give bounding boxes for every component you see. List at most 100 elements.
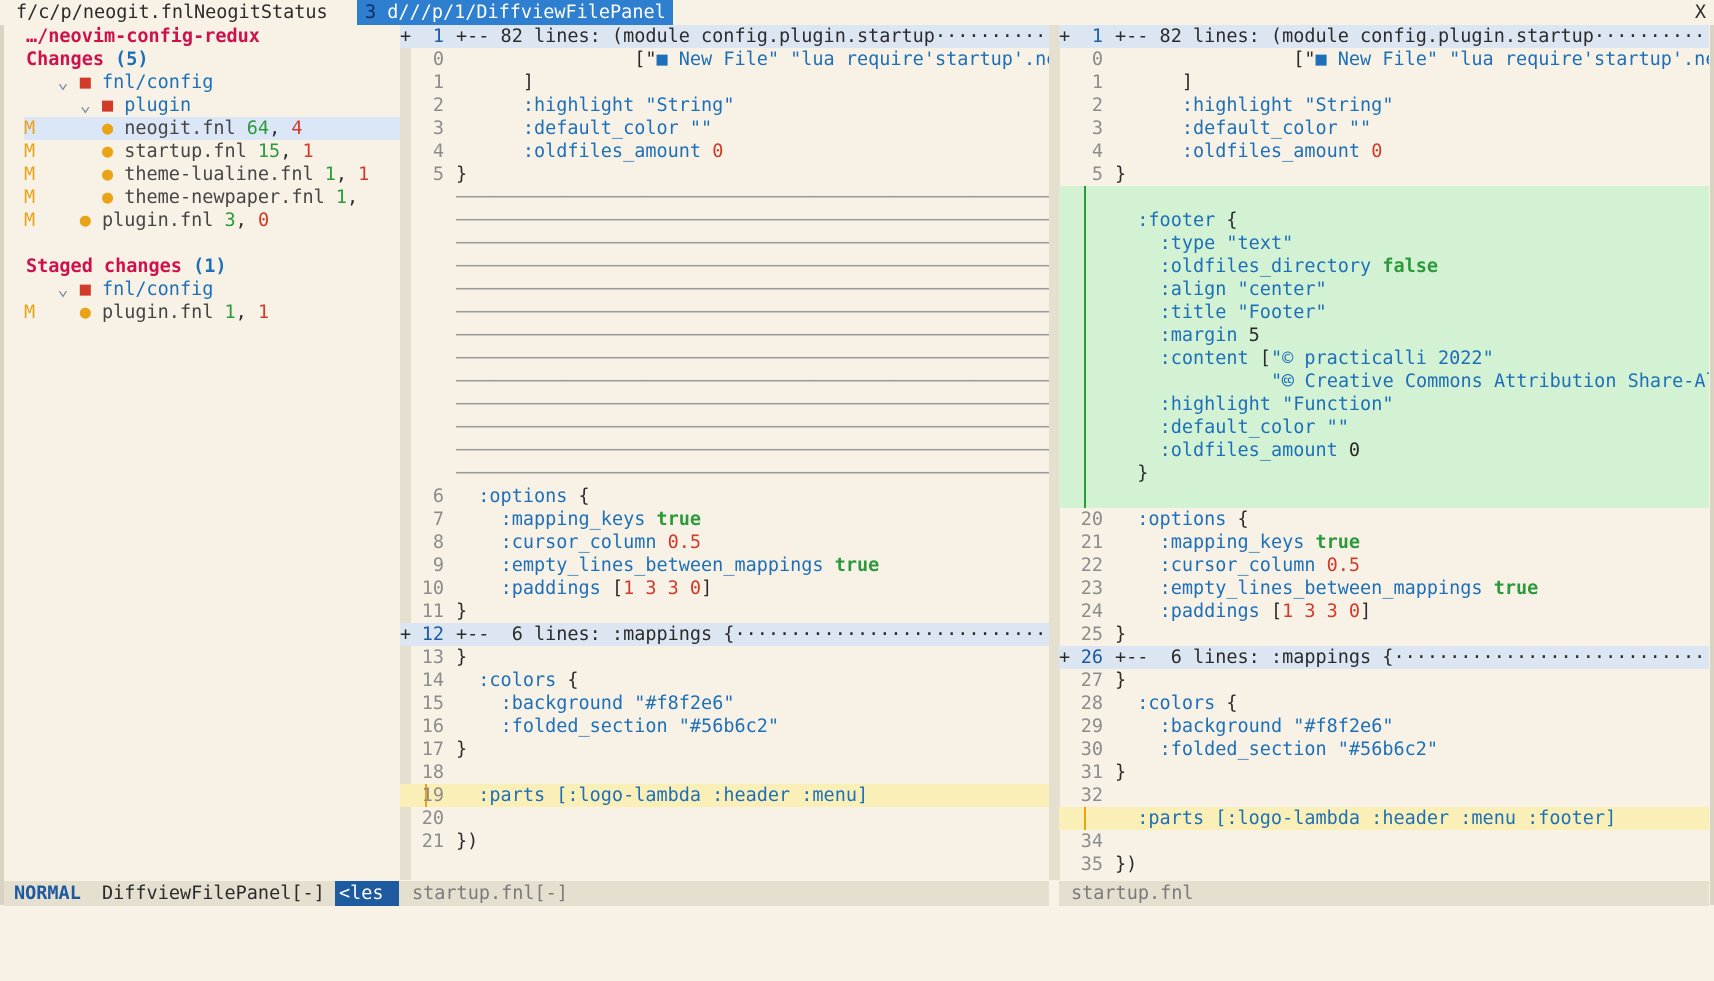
code-line[interactable]: 4 :oldfiles_amount 0 [400,140,1049,163]
code-line[interactable]: 16 :folded_section "#56b6c2" [400,715,1049,738]
fold-line[interactable]: +26 +-- 6 lines: :mappings {·············… [1059,646,1709,669]
code-token: :align [1159,279,1227,300]
code-line[interactable]: 4 :oldfiles_amount 0 [1059,140,1709,163]
code-line[interactable]: 3 :default_color "" [1059,117,1709,140]
filler-line[interactable]: ────────────────────────────────────────… [400,462,1049,485]
code-line[interactable]: 24 :paddings [1 3 3 0] [1059,600,1709,623]
code-line[interactable]: 15 :background "#f8f2e6" [400,692,1049,715]
code-line[interactable]: 0 ["■ New File" "lua require'startup'.ne… [400,48,1049,71]
added-line[interactable]: :align "center" [1059,278,1709,301]
diff-pane-old[interactable]: +1 +-- 82 lines: (module config.plugin.st… [400,25,1049,880]
added-line[interactable]: "🅭 Creative Commons Attribution Share-Al [1059,370,1709,393]
code-line[interactable]: 21}) [400,830,1049,853]
diff-pane-new[interactable]: +1 +-- 82 lines: (module config.plugin.st… [1059,25,1709,880]
folder-item[interactable]: ⌄ ■ fnl/config [24,278,409,301]
added-line[interactable]: :oldfiles_amount 0 [1059,439,1709,462]
file-item[interactable]: M ● startup.fnl 15, 1 [24,140,409,163]
added-line[interactable]: :type "text" [1059,232,1709,255]
fold-sign[interactable]: + [1059,25,1070,48]
fold-sign[interactable]: + [400,25,411,48]
code-line[interactable]: 22 :cursor_column 0.5 [1059,554,1709,577]
code-line[interactable]: 10 :paddings [1 3 3 0] [400,577,1049,600]
code-line[interactable]: 9 :empty_lines_between_mappings true [400,554,1049,577]
code-line[interactable]: 13} [400,646,1049,669]
chevron-down-icon[interactable]: ⌄ [57,72,79,93]
code-line[interactable]: 23 :empty_lines_between_mappings true [1059,577,1709,600]
code-line[interactable]: 29 :background "#f8f2e6" [1059,715,1709,738]
file-item[interactable]: M ● theme-lualine.fnl 1, 1 [24,163,409,186]
code-line[interactable]: 7 :mapping_keys true [400,508,1049,531]
fold-line[interactable]: +1 +-- 82 lines: (module config.plugin.st… [400,25,1049,48]
repo-root[interactable]: …/neovim-config-redux [26,25,411,48]
code-line[interactable]: 14 :colors { [400,669,1049,692]
tab-diffview-panel[interactable]: 3 d///p/1/DiffviewFilePanel [357,0,673,25]
folder-item[interactable]: ⌄ ■ fnl/config [24,71,409,94]
code-line[interactable]: 3 :default_color "" [400,117,1049,140]
folder-item[interactable]: ⌄ ■ plugin [24,94,409,117]
added-line[interactable]: :margin 5 [1059,324,1709,347]
code-line[interactable]: 2 :highlight "String" [400,94,1049,117]
filler-line[interactable]: ────────────────────────────────────────… [400,255,1049,278]
code-line[interactable]: 11} [400,600,1049,623]
code-line[interactable]: 0 ["■ New File" "lua require'startup'.ne… [1059,48,1709,71]
code-line[interactable]: 34 [1059,830,1709,853]
filler-line[interactable]: ────────────────────────────────────────… [400,278,1049,301]
file-item[interactable]: M ● neogit.fnl 64, 4 [24,117,409,140]
tab-neogit-file[interactable]: f/c/p/neogit.fnl [8,0,202,25]
code-line[interactable]: 32 [1059,784,1709,807]
code-line[interactable]: 21 :mapping_keys true [1059,531,1709,554]
added-line[interactable]: :title "Footer" [1059,301,1709,324]
filler-line[interactable]: ────────────────────────────────────────… [400,439,1049,462]
filler-line[interactable]: ────────────────────────────────────────… [400,209,1049,232]
file-item[interactable]: M ● theme-newpaper.fnl 1, [24,186,409,209]
tab-neogit-status[interactable]: NeogitStatus [186,0,336,25]
added-line[interactable]: :content ["© practicalli 2022" [1059,347,1709,370]
added-line[interactable]: :default_color "" [1059,416,1709,439]
code-line[interactable]: 20 :options { [1059,508,1709,531]
added-line[interactable]: :footer { [1059,209,1709,232]
added-line[interactable] [1059,485,1709,508]
code-line[interactable]: 8 :cursor_column 0.5 [400,531,1049,554]
chevron-down-icon[interactable]: ⌄ [57,279,79,300]
changes-header[interactable]: Changes (5) [26,48,411,71]
close-tab-button[interactable]: X [1695,0,1706,25]
changed-line[interactable]: 19 :parts [:logo-lambda :header :menu] [400,784,1049,807]
code-line[interactable]: 1 ] [1059,71,1709,94]
fold-sign[interactable]: + [1059,646,1070,669]
filler-line[interactable]: ────────────────────────────────────────… [400,393,1049,416]
changed-line[interactable]: :parts [:logo-lambda :header :menu :foot… [1059,807,1709,830]
file-item[interactable]: M ● plugin.fnl 3, 0 [24,209,409,232]
code-line[interactable]: 31} [1059,761,1709,784]
file-item[interactable]: M ● plugin.fnl 1, 1 [24,301,409,324]
added-line[interactable]: :highlight "Function" [1059,393,1709,416]
code-line[interactable]: 20 [400,807,1049,830]
filler-line[interactable]: ────────────────────────────────────────… [400,370,1049,393]
code-line[interactable]: 25} [1059,623,1709,646]
code-line[interactable]: 35}) [1059,853,1709,876]
fold-line[interactable]: +12 +-- 6 lines: :mappings {·············… [400,623,1049,646]
filler-line[interactable]: ────────────────────────────────────────… [400,232,1049,255]
code-line[interactable]: 1 ] [400,71,1049,94]
code-line[interactable]: 6 :options { [400,485,1049,508]
fold-line[interactable]: +1 +-- 82 lines: (module config.plugin.st… [1059,25,1709,48]
added-line[interactable]: :oldfiles_directory false [1059,255,1709,278]
code-line[interactable]: 18 [400,761,1049,784]
code-line[interactable]: 5} [1059,163,1709,186]
chevron-down-icon[interactable]: ⌄ [80,95,102,116]
code-line[interactable]: 27} [1059,669,1709,692]
filler-line[interactable]: ────────────────────────────────────────… [400,416,1049,439]
code-line[interactable]: 28 :colors { [1059,692,1709,715]
code-line[interactable]: 5} [400,163,1049,186]
filler-line[interactable]: ────────────────────────────────────────… [400,347,1049,370]
filler-line[interactable]: ────────────────────────────────────────… [400,186,1049,209]
added-line[interactable] [1059,186,1709,209]
filler-line[interactable]: ────────────────────────────────────────… [400,324,1049,347]
fold-sign[interactable]: + [400,623,411,646]
code-line[interactable]: 2 :highlight "String" [1059,94,1709,117]
added-line[interactable]: } [1059,462,1709,485]
code-line[interactable]: 30 :folded_section "#56b6c2" [1059,738,1709,761]
filler-line[interactable]: ────────────────────────────────────────… [400,301,1049,324]
command-line[interactable] [0,906,1714,930]
code-line[interactable]: 17} [400,738,1049,761]
staged-changes-header[interactable]: Staged changes (1) [26,255,411,278]
